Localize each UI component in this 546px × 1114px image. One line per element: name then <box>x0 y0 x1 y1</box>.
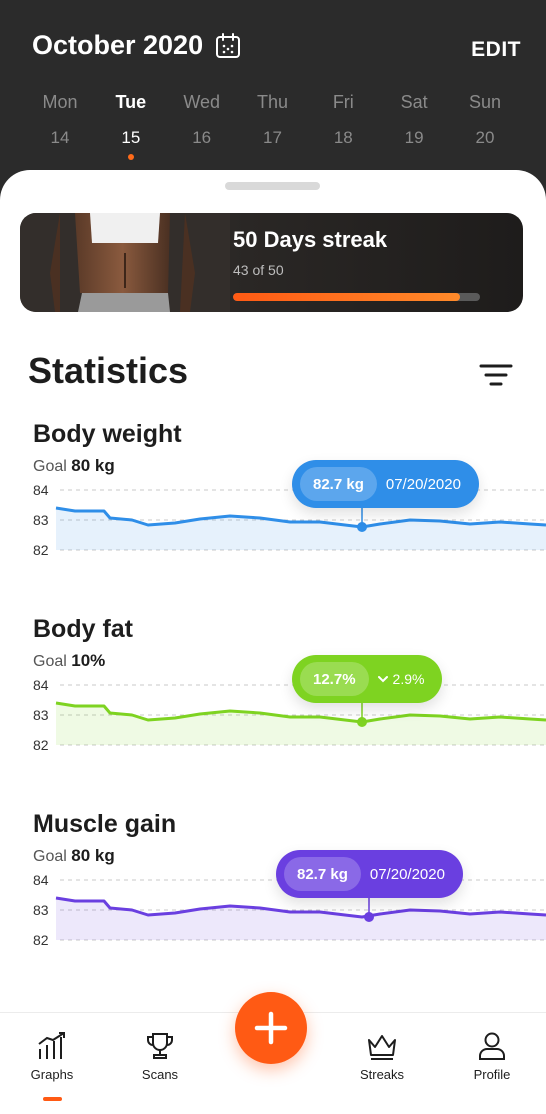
selected-day-indicator <box>127 154 134 160</box>
selected-point[interactable] <box>357 717 367 727</box>
edit-button[interactable]: EDIT <box>471 38 521 62</box>
day-date: 14 <box>50 128 70 147</box>
plus-icon <box>254 1011 288 1045</box>
week-strip: Mon 14 Tue 15 Wed 16 Thu 17 Fri 18 Sat 1… <box>25 92 520 160</box>
tooltip-change: 2.9% <box>369 671 435 687</box>
athlete-photo <box>20 213 230 312</box>
y-tick-label: 82 <box>33 737 49 753</box>
body-weight-tooltip: 82.7 kg 07/20/2020 <box>292 460 479 508</box>
metric-goal: Goal 80 kg <box>33 846 115 865</box>
streak-count: 43 of 50 <box>233 262 284 278</box>
day-mon[interactable]: Mon 14 <box>25 92 95 160</box>
day-date: 15 <box>121 128 141 147</box>
calendar-icon[interactable] <box>215 32 241 59</box>
metric-muscle-gain[interactable]: Muscle gain Goal 80 kg 84 83 82 82.7 kg 07… <box>0 810 546 970</box>
muscle-gain-chart[interactable]: 84 83 82 <box>0 860 546 960</box>
day-name: Tue <box>115 92 147 112</box>
nav-label: Scans <box>141 1067 179 1082</box>
metric-goal: Goal 10% <box>33 651 106 670</box>
y-tick-label: 84 <box>33 872 49 888</box>
nav-label: Graphs <box>30 1067 74 1082</box>
day-date: 18 <box>333 128 353 147</box>
streak-progress-fill <box>233 293 461 301</box>
day-sat[interactable]: Sat 19 <box>379 92 449 160</box>
day-name: Wed <box>183 92 220 112</box>
day-sun[interactable]: Sun 20 <box>450 92 520 160</box>
month-selector[interactable]: October 2020 <box>32 30 241 61</box>
streak-card[interactable]: 50 Days streak 43 of 50 <box>20 213 523 312</box>
day-name: Fri <box>332 92 354 112</box>
day-tue[interactable]: Tue 15 <box>96 92 166 160</box>
day-thu[interactable]: Thu 17 <box>237 92 307 160</box>
crown-icon <box>368 1035 396 1060</box>
metric-body-fat[interactable]: Body fat Goal 10% 84 83 82 12.7% 2.9% <box>0 615 546 775</box>
day-name: Sat <box>400 92 428 112</box>
day-wed[interactable]: Wed 16 <box>167 92 237 160</box>
y-tick-label: 82 <box>33 932 49 948</box>
add-button[interactable] <box>235 992 307 1064</box>
trophy-icon <box>147 1033 173 1059</box>
tooltip-value: 12.7% <box>300 662 369 696</box>
nav-label: Profile <box>473 1067 511 1082</box>
y-tick-label: 83 <box>33 512 49 528</box>
tooltip-value: 82.7 kg <box>284 857 361 891</box>
streak-progress-bar <box>233 293 480 301</box>
nav-graphs[interactable]: Graphs <box>12 1031 92 1082</box>
metric-title: Body weight <box>33 420 182 448</box>
metric-goal: Goal 80 kg <box>33 456 115 475</box>
content-sheet: 50 Days streak 43 of 50 Statistics Body … <box>0 170 546 1114</box>
chart-area <box>56 703 546 745</box>
selected-point[interactable] <box>364 912 374 922</box>
chevron-down-icon <box>377 676 388 683</box>
day-name: Sun <box>468 92 501 112</box>
nav-active-indicator <box>43 1097 62 1101</box>
nav-scans[interactable]: Scans <box>120 1031 200 1082</box>
y-tick-label: 84 <box>33 677 49 693</box>
day-date: 20 <box>475 128 495 147</box>
metric-title: Body fat <box>33 615 133 643</box>
y-tick-label: 83 <box>33 707 49 723</box>
body-fat-tooltip: 12.7% 2.9% <box>292 655 443 703</box>
day-name: Thu <box>256 92 288 112</box>
y-tick-label: 83 <box>33 902 49 918</box>
day-date: 19 <box>404 128 424 147</box>
streak-title: 50 Days streak <box>233 227 388 252</box>
muscle-gain-tooltip: 82.7 kg 07/20/2020 <box>276 850 463 898</box>
day-fri[interactable]: Fri 18 <box>308 92 378 160</box>
statistics-title: Statistics <box>28 350 189 391</box>
y-tick-label: 84 <box>33 482 49 498</box>
tooltip-value: 82.7 kg <box>300 467 377 501</box>
chart-area <box>56 508 546 550</box>
body-fat-chart[interactable]: 84 83 82 <box>0 665 546 765</box>
tooltip-date: 07/20/2020 <box>369 865 445 883</box>
nav-label: Streaks <box>359 1067 405 1082</box>
filter-icon[interactable] <box>478 362 514 388</box>
chart-area <box>56 898 546 940</box>
selected-point[interactable] <box>357 522 367 532</box>
y-tick-label: 82 <box>33 542 49 558</box>
metric-title: Muscle gain <box>33 810 177 838</box>
day-date: 16 <box>192 128 212 147</box>
user-icon <box>479 1032 505 1060</box>
nav-streaks[interactable]: Streaks <box>342 1031 422 1082</box>
tooltip-date: 07/20/2020 <box>385 475 461 493</box>
metric-body-weight[interactable]: Body weight Goal 80 kg 84 83 82 82.7 kg 07… <box>0 420 546 580</box>
nav-profile[interactable]: Profile <box>452 1031 532 1082</box>
bar-chart-icon <box>38 1032 65 1059</box>
month-title: October 2020 <box>32 30 204 60</box>
day-date: 17 <box>263 128 282 147</box>
sheet-drag-handle[interactable] <box>225 182 320 190</box>
day-name: Mon <box>42 92 78 112</box>
